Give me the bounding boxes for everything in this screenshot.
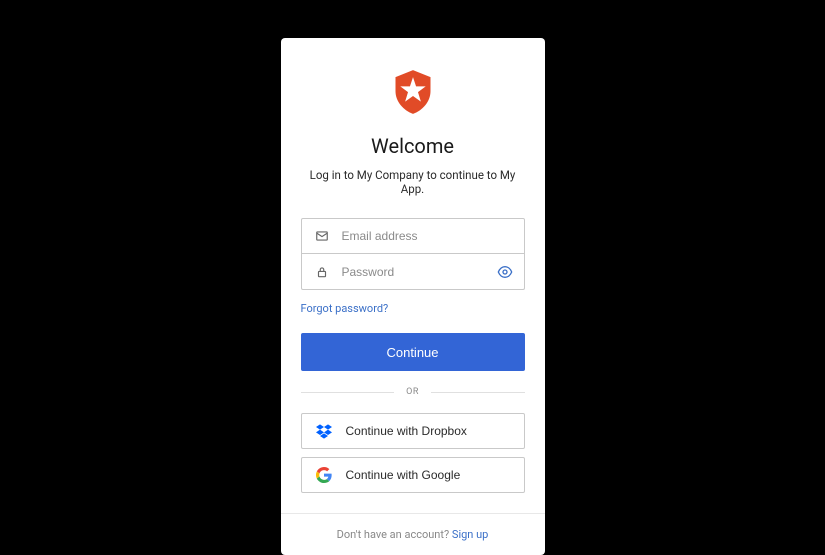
- continue-with-google-button[interactable]: Continue with Google: [301, 457, 525, 493]
- password-input[interactable]: [301, 254, 525, 290]
- continue-button[interactable]: Continue: [301, 333, 525, 371]
- divider-line-right: [431, 392, 525, 393]
- email-icon: [315, 229, 329, 243]
- dropbox-button-label: Continue with Dropbox: [346, 424, 467, 438]
- dropbox-icon: [316, 423, 332, 439]
- password-input-group: [301, 254, 525, 290]
- divider-line-left: [301, 392, 395, 393]
- google-icon: [316, 467, 332, 483]
- login-card: Welcome Log in to My Company to continue…: [281, 38, 545, 555]
- auth0-logo-icon: [392, 68, 434, 116]
- welcome-title: Welcome: [371, 134, 454, 158]
- card-footer: Don't have an account? Sign up: [281, 513, 545, 555]
- card-body: Welcome Log in to My Company to continue…: [281, 38, 545, 513]
- login-subtitle: Log in to My Company to continue to My A…: [301, 168, 525, 196]
- signup-link[interactable]: Sign up: [452, 528, 488, 541]
- email-input[interactable]: [301, 218, 525, 254]
- email-input-group: [301, 218, 525, 254]
- show-password-icon[interactable]: [497, 264, 513, 280]
- lock-icon: [315, 265, 329, 279]
- forgot-password-link[interactable]: Forgot password?: [301, 302, 389, 315]
- divider-label: OR: [394, 387, 431, 397]
- google-button-label: Continue with Google: [346, 468, 461, 482]
- or-divider: OR: [301, 387, 525, 397]
- continue-with-dropbox-button[interactable]: Continue with Dropbox: [301, 413, 525, 449]
- signup-prompt: Don't have an account?: [337, 528, 452, 541]
